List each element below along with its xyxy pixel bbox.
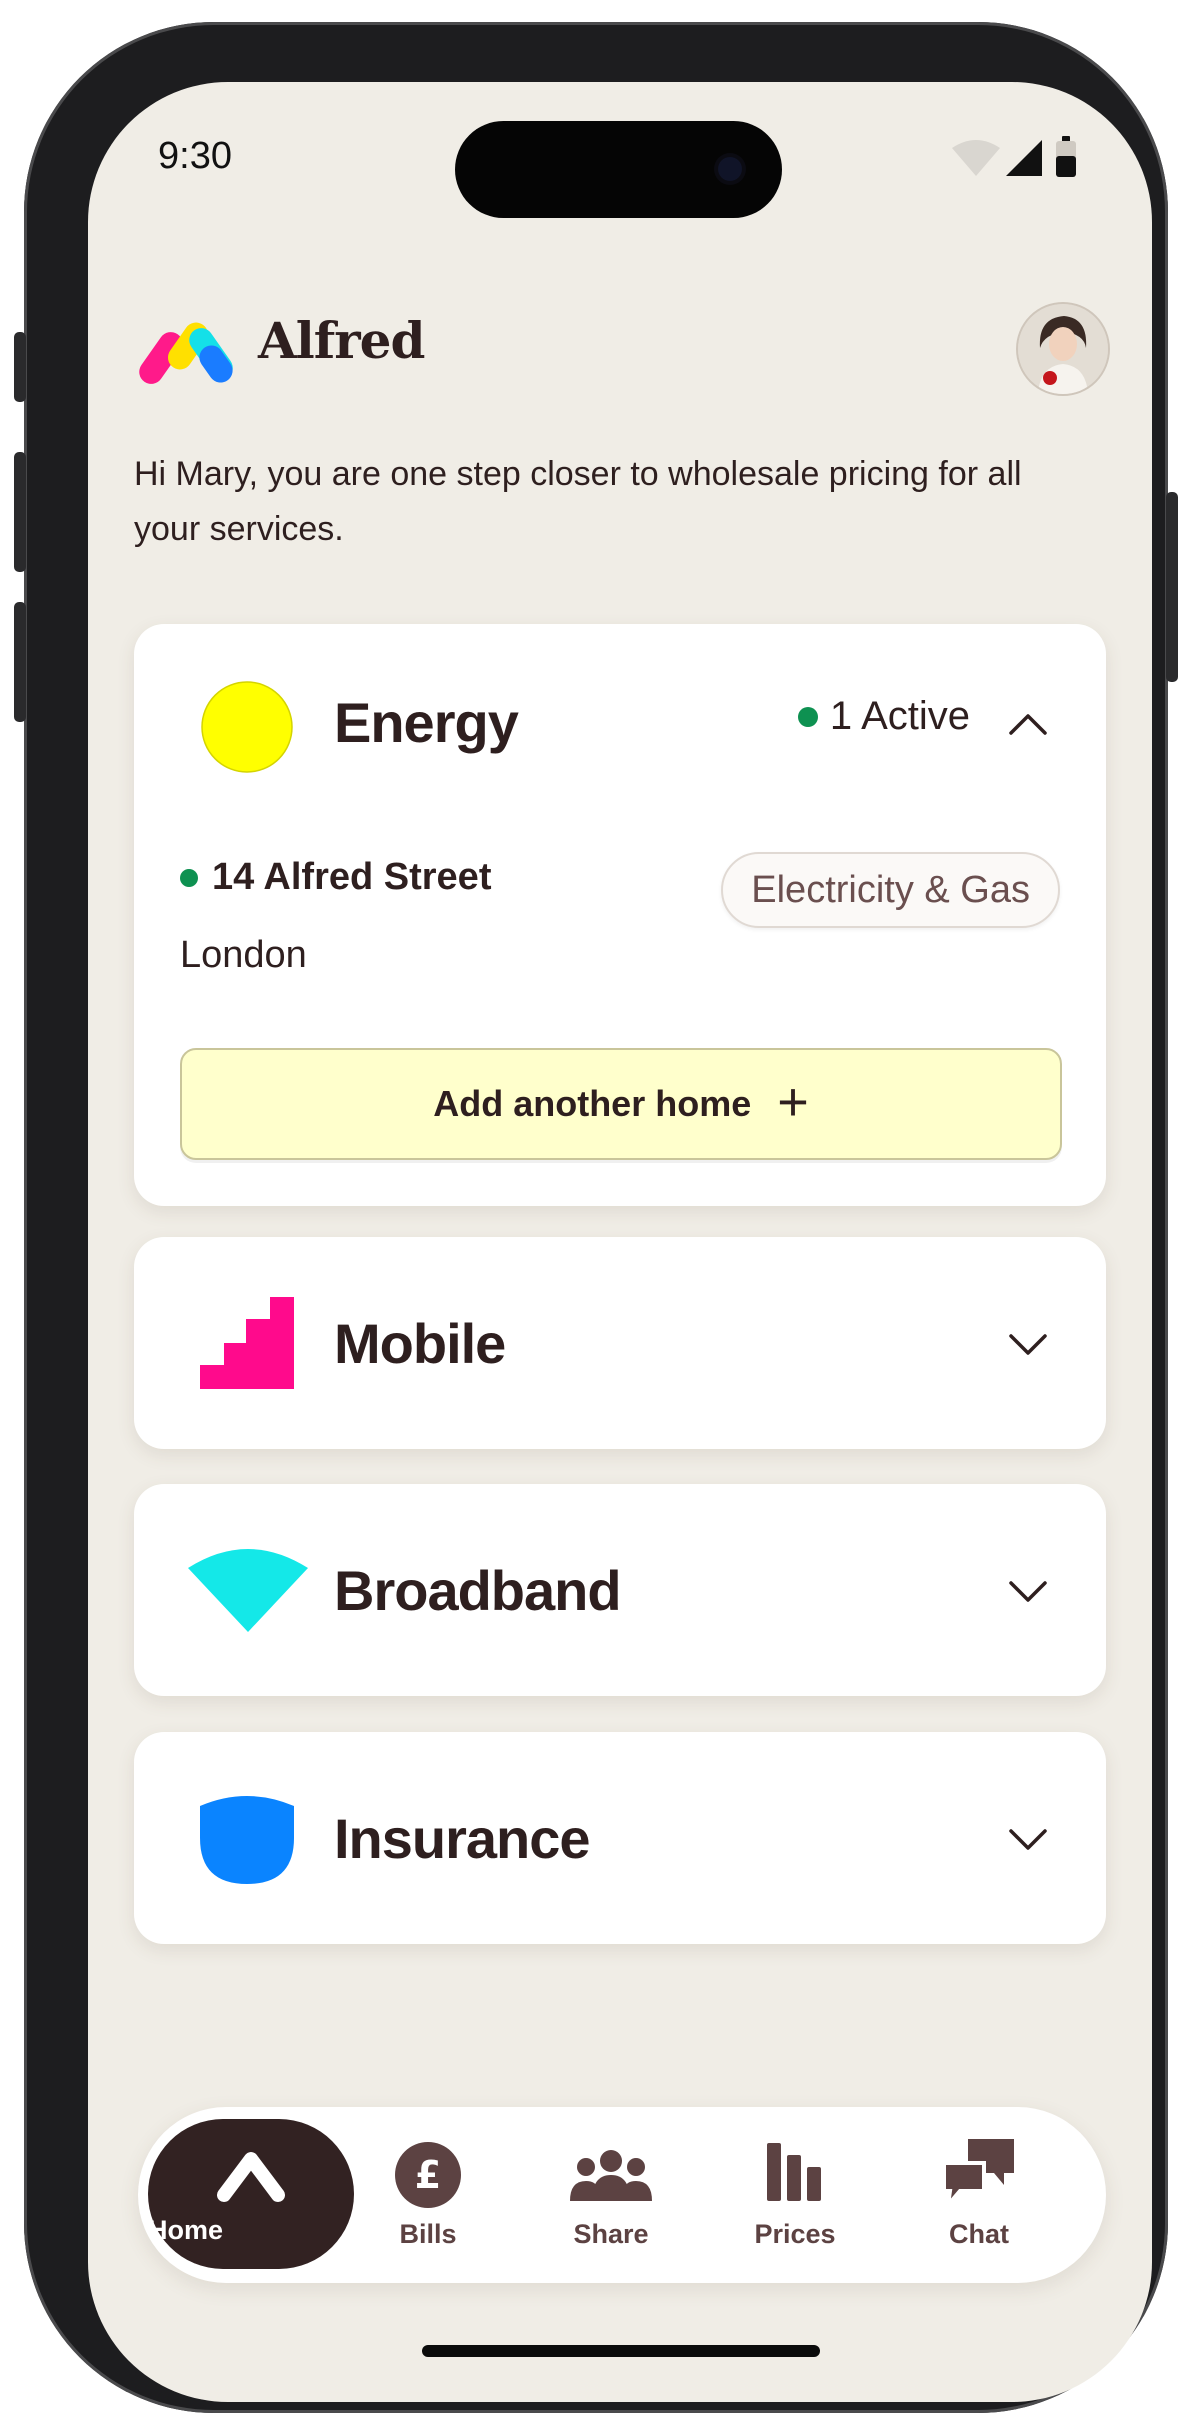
plus-icon: +	[777, 1072, 809, 1132]
mobile-card[interactable]: Mobile	[134, 1237, 1106, 1449]
bar-chart-icon	[767, 2143, 821, 2201]
status-time: 9:30	[158, 135, 232, 177]
nav-chat-label: Chat	[949, 2219, 1009, 2249]
address-street: 14 Alfred Street	[212, 856, 492, 898]
nav-share-label: Share	[573, 2219, 649, 2249]
nav-share[interactable]: Share	[536, 2121, 686, 2271]
add-another-home-button[interactable]: Add another home +	[180, 1048, 1062, 1160]
broadband-title: Broadband	[334, 1559, 622, 1622]
address-active-dot-icon	[180, 868, 198, 887]
address-city: London	[180, 934, 307, 976]
avatar[interactable]	[1016, 302, 1110, 396]
active-dot-icon	[797, 706, 818, 727]
chevron-down-icon[interactable]	[1008, 1333, 1048, 1357]
insurance-shield-icon	[200, 1796, 294, 1884]
insurance-title: Insurance	[334, 1807, 591, 1870]
broadband-wifi-icon	[188, 1549, 308, 1632]
add-home-label: Add another home	[433, 1083, 752, 1124]
mobile-title: Mobile	[334, 1312, 506, 1375]
active-label: 1 Active	[829, 694, 970, 738]
chevron-down-icon[interactable]	[1008, 1828, 1048, 1852]
cellular-signal-icon	[1006, 140, 1042, 176]
avatar-photo-icon	[1018, 304, 1108, 394]
chat-bubbles-icon	[944, 2139, 1014, 2205]
wifi-icon	[952, 140, 1000, 176]
mobile-stairs-icon	[200, 1297, 294, 1389]
broadband-card[interactable]: Broadband	[134, 1484, 1106, 1696]
nav-chat[interactable]: Chat	[904, 2121, 1054, 2271]
energy-title: Energy	[334, 691, 519, 754]
nav-prices-label: Prices	[754, 2219, 836, 2249]
front-camera	[718, 157, 742, 181]
nav-home-label: Home	[148, 2215, 224, 2245]
pound-coin-icon: £	[395, 2142, 461, 2208]
active-status: 1 Active	[797, 694, 970, 739]
home-indicator	[422, 2345, 820, 2357]
chevron-up-icon[interactable]	[1008, 712, 1048, 736]
nav-home[interactable]: Home	[148, 2119, 354, 2269]
chevron-down-icon[interactable]	[1008, 1580, 1048, 1604]
volume-up-button	[14, 452, 26, 572]
people-icon	[570, 2150, 652, 2201]
volume-down-button	[14, 602, 26, 722]
phone-frame: 9:30 Alfred Hi Mary, you are one step cl…	[14, 22, 1178, 2413]
status-icons	[952, 136, 1076, 177]
power-button	[1166, 492, 1178, 682]
alfred-logo-icon	[139, 322, 233, 384]
nav-bills-label: Bills	[399, 2219, 457, 2249]
nav-prices[interactable]: Prices	[720, 2121, 870, 2271]
app-screen: 9:30 Alfred Hi Mary, you are one step cl…	[88, 82, 1152, 2402]
brand-name: Alfred	[258, 311, 425, 370]
energy-card: Energy 1 Active 14 Alfred Street London …	[134, 624, 1106, 1206]
dynamic-island	[455, 121, 782, 218]
energy-sun-icon	[201, 681, 293, 773]
bottom-navigation: Home £ Bills Share Prices Chat	[138, 2107, 1106, 2283]
energy-type-tag: Electricity & Gas	[721, 852, 1060, 928]
insurance-card[interactable]: Insurance	[134, 1732, 1106, 1944]
svg-text:£: £	[415, 2153, 441, 2197]
action-button	[14, 332, 26, 402]
home-chevron-icon	[217, 2152, 285, 2202]
battery-icon	[1056, 136, 1076, 177]
nav-bills[interactable]: £ Bills	[353, 2121, 503, 2271]
greeting-text: Hi Mary, you are one step closer to whol…	[134, 455, 1022, 548]
home-address: 14 Alfred Street	[180, 856, 491, 899]
energy-card-header[interactable]: Energy 1 Active	[134, 624, 1106, 824]
